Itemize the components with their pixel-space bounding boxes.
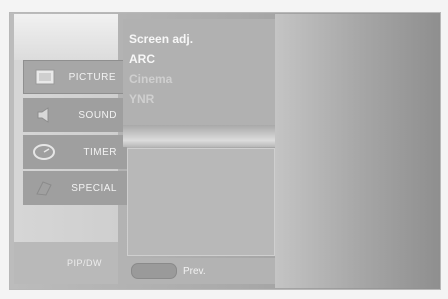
sound-icon bbox=[32, 105, 56, 125]
menu-item-special[interactable]: SPECIAL bbox=[23, 171, 127, 205]
pip-dw-menu-item[interactable]: PIP/DW bbox=[14, 242, 118, 284]
prev-label: Prev. bbox=[183, 265, 206, 277]
submenu-option-arc[interactable]: ARC bbox=[129, 49, 275, 69]
prev-bar[interactable]: Prev. bbox=[123, 258, 275, 284]
menu-item-sound[interactable]: SOUND bbox=[23, 98, 127, 132]
prev-button-icon bbox=[131, 263, 177, 279]
tv-picture-icon bbox=[33, 67, 57, 87]
pip-dw-label: PIP/DW bbox=[66, 258, 102, 268]
menu-separator-glow bbox=[123, 125, 275, 147]
preview-panel bbox=[127, 148, 275, 256]
timer-icon bbox=[32, 142, 56, 162]
special-icon bbox=[32, 178, 56, 198]
picture-submenu: Screen adj. ARC Cinema YNR bbox=[123, 19, 275, 125]
main-menu-sidebar: PICTURE SOUND TIMER SPECIAL PIP/DW bbox=[14, 14, 127, 284]
menu-item-label: PICTURE bbox=[68, 71, 116, 83]
menu-item-label: SOUND bbox=[78, 109, 117, 121]
menu-item-picture[interactable]: PICTURE bbox=[23, 60, 127, 94]
submenu-option-cinema: Cinema bbox=[129, 72, 173, 86]
menu-item-timer[interactable]: TIMER bbox=[23, 135, 127, 169]
tv-picture-area bbox=[275, 14, 439, 288]
menu-item-label: TIMER bbox=[83, 146, 117, 158]
submenu-option-ynr: YNR bbox=[129, 92, 155, 106]
menu-item-label: SPECIAL bbox=[71, 182, 117, 194]
submenu-option-screen-adj[interactable]: Screen adj. bbox=[129, 29, 275, 49]
menu-top-glow bbox=[14, 14, 118, 60]
